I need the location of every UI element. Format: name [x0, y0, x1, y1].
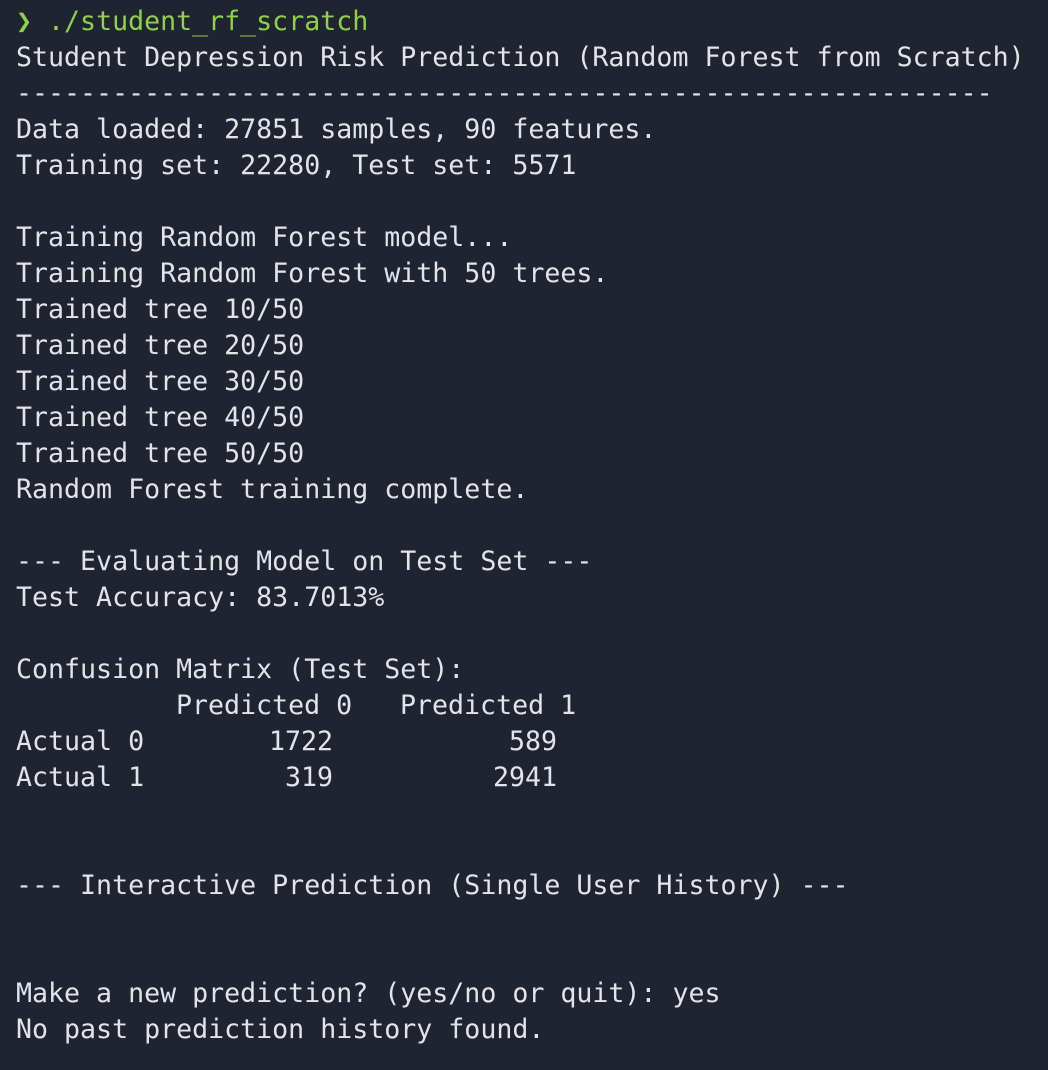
confusion-row-label: Actual 1	[16, 762, 145, 793]
trained-tree-line: Trained tree 50/50	[16, 438, 305, 469]
confusion-row-actual-0: Actual 0 1722 589	[16, 724, 1048, 760]
terminal-window[interactable]: ❯ ./student_rf_scratch Student Depressio…	[0, 0, 1048, 1070]
confusion-header-predicted-1: Predicted 1	[400, 690, 577, 721]
training-complete-line: Random Forest training complete.	[16, 474, 529, 505]
confusion-header-predicted-0: Predicted 0	[176, 690, 353, 721]
interactive-header: --- Interactive Prediction (Single User …	[16, 870, 849, 901]
command-text: ./student_rf_scratch	[48, 6, 369, 37]
training-trees-line: Training Random Forest with 50 trees.	[16, 258, 609, 289]
prediction-question-line[interactable]: Make a new prediction? (yes/no or quit):…	[16, 976, 1048, 1012]
confusion-cell: 2941	[492, 762, 557, 793]
data-loaded-line: Data loaded: 27851 samples, 90 features.	[16, 114, 657, 145]
split-line: Training set: 22280, Test set: 5571	[16, 150, 577, 181]
history-line: No past prediction history found.	[16, 1014, 545, 1045]
prompt-chevron-icon: ❯	[16, 6, 33, 37]
confusion-cell: 589	[508, 726, 557, 757]
separator-line: ----------------------------------------…	[16, 78, 993, 109]
training-start-line: Training Random Forest model...	[16, 222, 513, 253]
trained-tree-line: Trained tree 40/50	[16, 402, 305, 433]
confusion-cell: 319	[284, 762, 333, 793]
eval-header: --- Evaluating Model on Test Set ---	[16, 546, 593, 577]
confusion-header-row: Predicted 0 Predicted 1	[16, 688, 1048, 724]
trained-tree-line: Trained tree 10/50	[16, 294, 305, 325]
prompt-line: ❯ ./student_rf_scratch	[16, 4, 1048, 40]
trained-tree-line: Trained tree 20/50	[16, 330, 305, 361]
confusion-title: Confusion Matrix (Test Set):	[16, 654, 465, 685]
confusion-row-label: Actual 0	[16, 726, 145, 757]
output-title: Student Depression Risk Prediction (Rand…	[16, 42, 1025, 73]
confusion-row-actual-1: Actual 1 319 2941	[16, 760, 1048, 796]
trained-tree-line: Trained tree 30/50	[16, 366, 305, 397]
accuracy-line: Test Accuracy: 83.7013%	[16, 582, 385, 613]
confusion-cell: 1722	[268, 726, 333, 757]
